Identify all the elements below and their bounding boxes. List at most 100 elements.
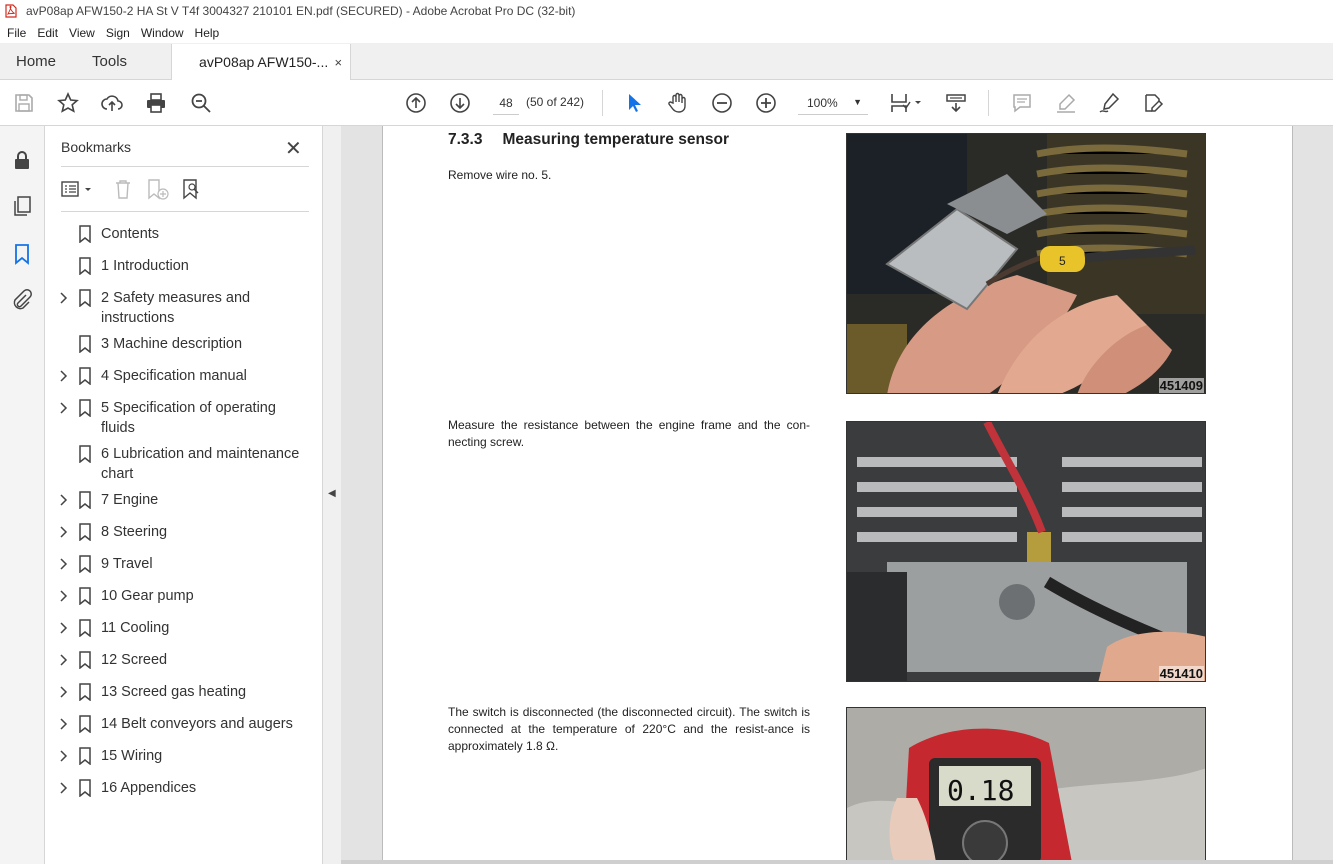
- menu-window[interactable]: Window: [141, 26, 184, 40]
- tab-home[interactable]: Home: [0, 43, 72, 79]
- tab-bar: Home Tools avP08ap AFW150-... ×: [0, 43, 1333, 80]
- bookmark-label: 1 Introduction: [101, 258, 189, 274]
- bookmark-label: 8 Steering: [101, 524, 168, 540]
- select-cursor-icon[interactable]: [622, 91, 646, 115]
- tab-document[interactable]: avP08ap AFW150-... ×: [171, 44, 352, 80]
- upload-icon[interactable]: [100, 91, 124, 115]
- comment-icon[interactable]: [1010, 91, 1034, 115]
- instruction-paragraph: Remove wire no. 5.: [448, 168, 552, 182]
- close-panel-icon[interactable]: ✕: [285, 136, 302, 161]
- photo-code: 451409: [1158, 378, 1204, 393]
- lock-icon[interactable]: [10, 148, 34, 172]
- photo-measure-resistance: 451410: [846, 421, 1206, 682]
- bookmark-icon: [79, 445, 91, 463]
- left-rail: [0, 126, 45, 864]
- bookmark-icon: [79, 747, 91, 765]
- bookmark-label: 9 Travel: [101, 556, 153, 572]
- toolbar-divider: [602, 90, 603, 116]
- divider: [61, 211, 309, 212]
- save-icon[interactable]: [12, 91, 36, 115]
- chevron-right-icon[interactable]: [58, 289, 68, 307]
- hand-icon[interactable]: [666, 91, 690, 115]
- zoom-search-icon[interactable]: [189, 91, 213, 115]
- bookmark-label: 16 Appendices: [101, 780, 197, 796]
- page-up-icon[interactable]: [404, 91, 428, 115]
- find-bookmark-icon[interactable]: [181, 178, 205, 200]
- chevron-right-icon[interactable]: [58, 683, 68, 701]
- bookmark-icon: [79, 555, 91, 573]
- menu-sign[interactable]: Sign: [106, 26, 130, 40]
- collapse-arrow-icon: ◀: [328, 488, 336, 499]
- bookmark-icon: [79, 225, 91, 243]
- print-icon[interactable]: [144, 91, 168, 115]
- zoom-out-icon[interactable]: [710, 91, 734, 115]
- bookmark-options-icon[interactable]: [61, 180, 97, 200]
- scroll-mode-icon[interactable]: [944, 91, 968, 115]
- chevron-right-icon[interactable]: [58, 747, 68, 765]
- panel-collapse-handle[interactable]: ◀: [323, 126, 341, 864]
- bookmarks-panel-icon[interactable]: [10, 242, 34, 266]
- new-bookmark-icon[interactable]: [146, 178, 170, 200]
- bookmark-icon: [79, 367, 91, 385]
- bookmark-icon: [79, 289, 91, 307]
- attachment-icon[interactable]: [10, 288, 34, 312]
- bookmark-label: 11 Cooling: [101, 620, 170, 636]
- menu-edit[interactable]: Edit: [37, 26, 58, 40]
- page-count-label: (50 of 242): [526, 95, 585, 109]
- bookmark-icon: [79, 619, 91, 637]
- chevron-right-icon[interactable]: [58, 715, 68, 733]
- window-title: avP08ap AFW150-2 HA St V T4f 3004327 210…: [26, 4, 576, 18]
- chevron-right-icon[interactable]: [58, 779, 68, 797]
- page-number-input[interactable]: 48: [493, 91, 519, 115]
- highlight-icon[interactable]: [1054, 91, 1078, 115]
- bookmark-label: Contents: [101, 226, 160, 242]
- chevron-down-icon: ▼: [853, 97, 862, 107]
- chevron-right-icon[interactable]: [58, 651, 68, 669]
- bookmark-label: 6 Lubrication and maintenance chart: [101, 446, 300, 482]
- zoom-in-icon[interactable]: [754, 91, 778, 115]
- bookmark-icon: [79, 523, 91, 541]
- pages-icon[interactable]: [10, 194, 34, 218]
- page-layout-icon[interactable]: [889, 91, 923, 115]
- chevron-right-icon[interactable]: [58, 555, 68, 573]
- section-title: Measuring temperature sensor: [502, 131, 730, 148]
- bookmark-icon: [79, 399, 91, 417]
- zoom-level-select[interactable]: 100% ▼: [798, 91, 868, 115]
- toolbar-divider: [988, 90, 989, 116]
- bookmark-label: 5 Specification of operating fluids: [101, 400, 276, 436]
- edit-icon[interactable]: [1141, 91, 1165, 115]
- bookmark-label: 4 Specification manual: [101, 368, 247, 384]
- bookmark-star-icon[interactable]: [56, 91, 80, 115]
- close-tab-icon[interactable]: ×: [334, 55, 342, 70]
- chevron-right-icon[interactable]: [58, 491, 68, 509]
- tab-tools[interactable]: Tools: [72, 43, 143, 79]
- menu-view[interactable]: View: [69, 26, 95, 40]
- bookmark-label: 7 Engine: [101, 492, 159, 508]
- title-bar: avP08ap AFW150-2 HA St V T4f 3004327 210…: [0, 0, 1333, 22]
- document-tab-label: avP08ap AFW150-...: [199, 54, 329, 70]
- bookmark-icon: [79, 491, 91, 509]
- chevron-right-icon[interactable]: [58, 619, 68, 637]
- menu-bar: File Edit View Sign Window Help: [0, 22, 1333, 43]
- menu-file[interactable]: File: [7, 26, 26, 40]
- chevron-right-icon[interactable]: [58, 367, 68, 385]
- horizontal-scrollbar[interactable]: [341, 860, 1333, 864]
- bookmark-label: 15 Wiring: [101, 748, 163, 764]
- acrobat-pdf-icon: [5, 4, 17, 18]
- section-number: 7.3.3: [448, 131, 483, 148]
- chevron-right-icon[interactable]: [58, 523, 68, 541]
- document-canvas[interactable]: 7.3.3 Measuring temperature sensor Remove…: [341, 126, 1333, 860]
- bookmarks-title: Bookmarks: [61, 139, 132, 155]
- bookmark-icon: [79, 779, 91, 797]
- page-down-icon[interactable]: [448, 91, 472, 115]
- wire-tag-label: 5: [1059, 254, 1066, 268]
- chevron-right-icon[interactable]: [58, 587, 68, 605]
- zoom-level-value: 100%: [807, 95, 838, 110]
- chevron-right-icon[interactable]: [58, 399, 68, 417]
- delete-bookmark-icon[interactable]: [113, 178, 133, 200]
- photo-remove-wire: 5 451409: [846, 133, 1206, 394]
- sign-icon[interactable]: [1097, 91, 1121, 115]
- menu-help[interactable]: Help: [195, 26, 220, 40]
- bookmarks-panel: Bookmarks ✕ Contents 1 Introduction 2 Safe…: [45, 126, 323, 864]
- bookmark-icon: [79, 257, 91, 275]
